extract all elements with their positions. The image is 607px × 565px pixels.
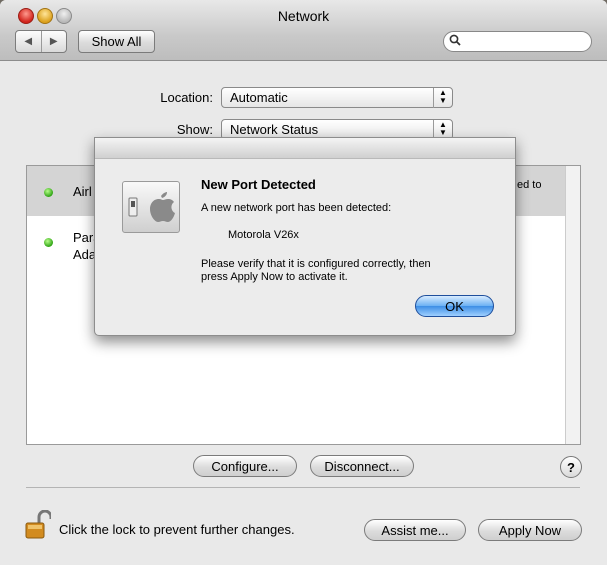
network-preferences-window: Network ◀ ▶ Show All Location: Automatic… <box>0 0 607 565</box>
apply-now-button[interactable]: Apply Now <box>478 519 582 541</box>
show-value: Network Status <box>230 122 319 137</box>
show-all-button[interactable]: Show All <box>78 30 155 53</box>
assist-me-button[interactable]: Assist me... <box>364 519 466 541</box>
location-value: Automatic <box>230 90 288 105</box>
location-label: Location: <box>160 90 213 105</box>
disconnect-button[interactable]: Disconnect... <box>310 455 414 477</box>
port-status-text: ed to <box>517 179 542 191</box>
list-scrollbar[interactable] <box>565 166 580 444</box>
lock-message: Click the lock to prevent further change… <box>59 522 295 537</box>
location-popup[interactable]: Automatic ▲ ▼ <box>221 87 453 108</box>
lock-icon[interactable] <box>25 509 53 540</box>
ok-button[interactable]: OK <box>415 295 494 317</box>
new-port-dialog: New Port Detected A new network port has… <box>94 137 516 336</box>
back-button[interactable]: ◀ <box>16 31 42 52</box>
dialog-top-bar <box>95 138 515 159</box>
back-forward-control: ◀ ▶ <box>15 30 67 53</box>
help-button[interactable]: ? <box>560 456 582 478</box>
apple-logo-icon <box>150 192 175 222</box>
dialog-title: New Port Detected <box>201 177 316 192</box>
forward-button[interactable]: ▶ <box>42 31 67 52</box>
dialog-instruction-line2: press Apply Now to activate it. <box>201 271 348 283</box>
status-dot-icon <box>44 238 53 247</box>
show-label: Show: <box>176 122 213 137</box>
configure-button[interactable]: Configure... <box>193 455 297 477</box>
dialog-instruction-line1: Please verify that it is configured corr… <box>201 258 431 270</box>
status-dot-icon <box>44 188 53 197</box>
network-preferences-icon <box>122 181 180 233</box>
device-name: Motorola V26x <box>228 229 299 241</box>
toolbar: Network ◀ ▶ Show All <box>0 0 607 61</box>
port-name: Airl <box>73 184 92 199</box>
divider <box>26 487 580 488</box>
dialog-message: A new network port has been detected: <box>201 202 392 214</box>
search-icon <box>449 34 461 49</box>
window-title: Network <box>277 8 330 24</box>
search-field[interactable] <box>443 31 592 52</box>
popup-arrows-icon: ▲ ▼ <box>433 88 452 108</box>
port-name-line2: Ada <box>73 247 97 262</box>
